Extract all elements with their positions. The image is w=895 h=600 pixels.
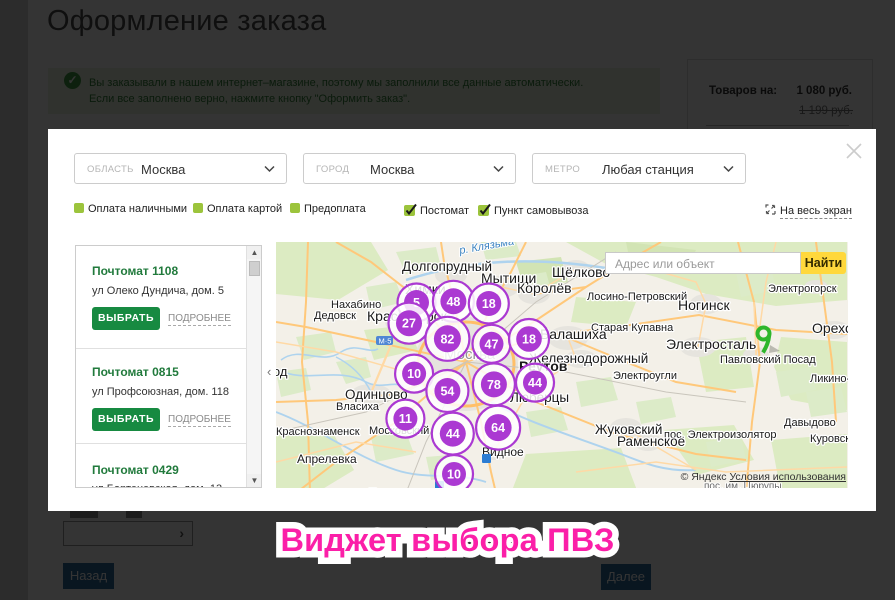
svg-text:82: 82 (440, 332, 454, 346)
svg-text:64: 64 (491, 421, 505, 435)
svg-text:город: город (276, 364, 288, 379)
svg-text:44: 44 (528, 376, 542, 390)
svg-text:М·5: М·5 (379, 337, 392, 346)
svg-text:Краснознаменск: Краснознаменск (276, 426, 360, 438)
svg-text:Павловский Посад: Павловский Посад (720, 354, 816, 366)
svg-text:Ногинск: Ногинск (678, 297, 731, 313)
svg-text:Королёв: Королёв (517, 280, 572, 296)
svg-text:Долгопрудный: Долгопрудный (402, 259, 492, 274)
svg-text:Одинцово: Одинцово (345, 387, 408, 402)
svg-text:27: 27 (402, 317, 416, 331)
svg-text:44: 44 (446, 427, 460, 441)
svg-text:18: 18 (522, 333, 536, 347)
svg-text:Троицк: Троицк (369, 486, 409, 488)
svg-text:48: 48 (446, 295, 460, 309)
svg-text:Электросталь: Электросталь (666, 336, 756, 352)
svg-text:Электроугли: Электроугли (613, 370, 677, 382)
svg-text:Электрогорск: Электрогорск (768, 283, 837, 295)
svg-text:Орехово: Орехово (812, 320, 848, 336)
svg-text:54: 54 (440, 385, 454, 399)
svg-text:78: 78 (487, 378, 501, 392)
svg-text:Ликино-Дулёво: Ликино-Дулёво (810, 373, 848, 385)
svg-text:Щёлково: Щёлково (552, 264, 610, 280)
svg-text:10: 10 (407, 367, 421, 381)
svg-text:Куровско: Куровско (810, 433, 848, 445)
svg-text:Власиха: Власиха (336, 401, 380, 413)
svg-text:47: 47 (485, 337, 499, 351)
svg-text:Раменское: Раменское (617, 434, 685, 449)
svg-text:Дедовск: Дедовск (314, 310, 356, 322)
svg-text:Давыдово: Давыдово (784, 417, 836, 429)
svg-text:Лосино-Петровский: Лосино-Петровский (587, 291, 687, 303)
svg-text:18: 18 (482, 297, 496, 311)
svg-text:Апрелевка: Апрелевка (297, 452, 357, 466)
svg-text:11: 11 (399, 412, 412, 426)
